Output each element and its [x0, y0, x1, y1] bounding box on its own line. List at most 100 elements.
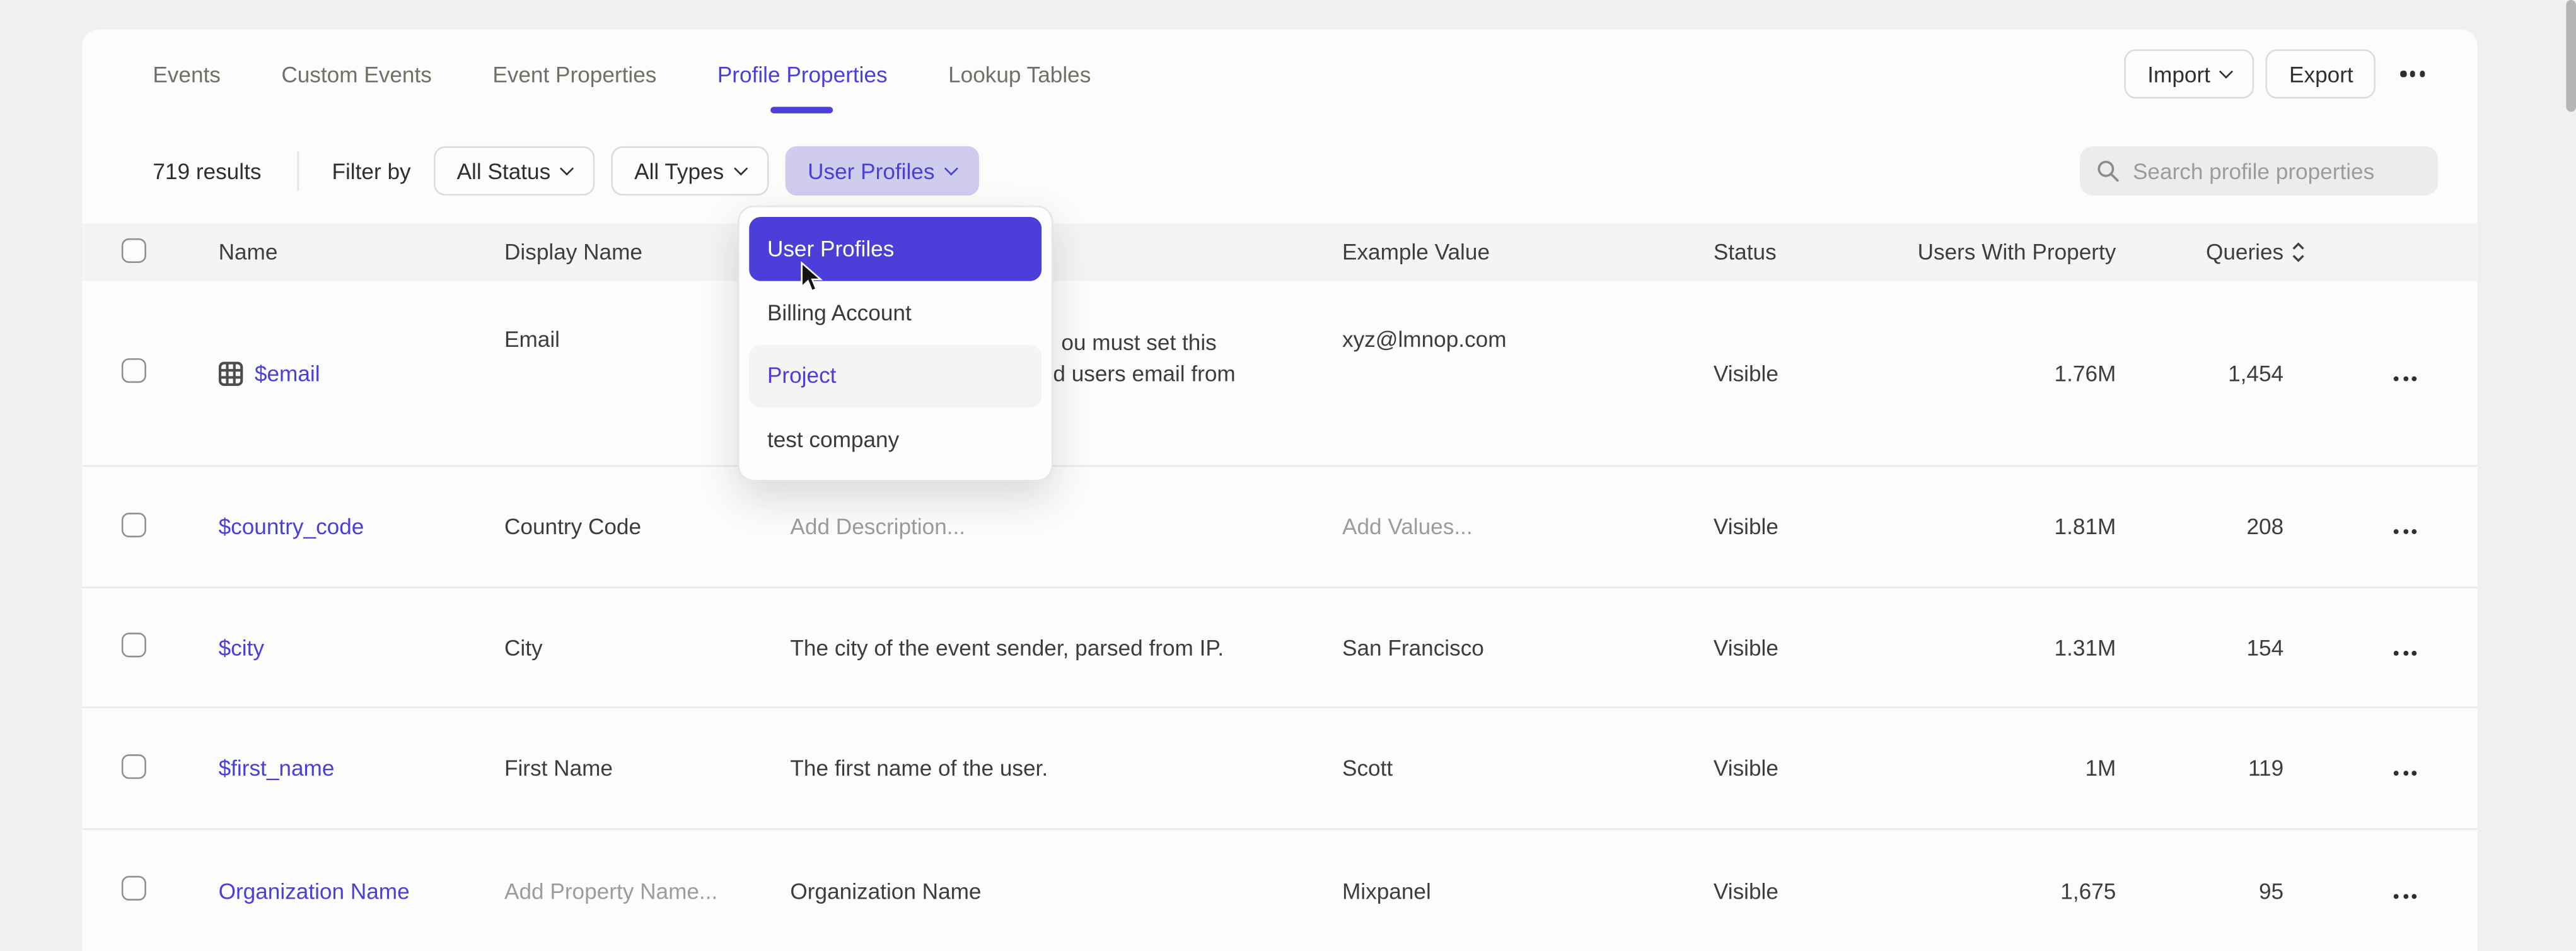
search-input[interactable] — [2133, 158, 2422, 183]
property-name-link[interactable]: $email — [255, 361, 320, 385]
row-checkbox[interactable] — [122, 754, 146, 778]
type-filter-button[interactable]: All Types — [612, 146, 769, 195]
status-filter-button[interactable]: All Status — [434, 146, 595, 195]
dropdown-item-billing-account[interactable]: Billing Account — [749, 281, 1041, 344]
dropdown-item-user-profiles[interactable]: User Profiles — [749, 217, 1041, 281]
column-header-example-value[interactable]: Example Value — [1342, 240, 1714, 264]
row-more-options-button[interactable] — [2394, 375, 2416, 380]
display-name-cell: City — [504, 635, 790, 660]
tabs-row: Events Custom Events Event Properties Pr… — [82, 30, 2477, 119]
tab-profile-properties[interactable]: Profile Properties — [717, 30, 888, 119]
dropdown-item-project[interactable]: Project — [749, 344, 1041, 407]
property-name-link[interactable]: Organization Name — [219, 878, 410, 903]
actions-cell — [2283, 361, 2477, 385]
checkbox-cell — [82, 358, 218, 388]
add-values-placeholder[interactable]: Add Values... — [1342, 515, 1473, 539]
tab-lookup-tables[interactable]: Lookup Tables — [948, 30, 1091, 119]
tab-events[interactable]: Events — [153, 30, 221, 119]
property-name-link[interactable]: $first_name — [219, 756, 335, 781]
name-cell: Organization Name — [219, 878, 504, 903]
row-checkbox[interactable] — [122, 358, 146, 383]
select-all-checkbox-cell — [82, 238, 218, 267]
type-filter-label: All Types — [634, 158, 724, 183]
table-grid-icon — [219, 361, 243, 385]
search-box[interactable] — [2080, 146, 2438, 195]
select-all-checkbox[interactable] — [122, 238, 146, 262]
more-options-button[interactable] — [2387, 49, 2438, 98]
column-header-users-with-property[interactable]: Users With Property — [1903, 240, 2116, 264]
table-header: Name Display Name Example Value Status U… — [82, 223, 2477, 281]
screen-scaler: Events Custom Events Event Properties Pr… — [0, 0, 2576, 951]
queries-cell: 95 — [2116, 878, 2283, 903]
profile-type-dropdown: User Profiles Billing Account Project te… — [738, 206, 1053, 482]
export-button-label: Export — [2289, 62, 2353, 86]
properties-panel: Events Custom Events Event Properties Pr… — [82, 30, 2477, 951]
table-row[interactable]: $city City The city of the event sender,… — [82, 588, 2477, 708]
row-more-options-button[interactable] — [2394, 893, 2416, 898]
users-with-property-cell: 1.31M — [1903, 635, 2116, 660]
tab-bar: Events Custom Events Event Properties Pr… — [82, 30, 1091, 119]
status-cell: Visible — [1714, 756, 1903, 781]
row-more-options-button[interactable] — [2394, 650, 2416, 655]
status-cell: Visible — [1714, 361, 1903, 385]
tab-custom-events[interactable]: Custom Events — [281, 30, 432, 119]
row-more-options-button[interactable] — [2394, 771, 2416, 776]
app-viewport: Events Custom Events Event Properties Pr… — [0, 0, 2576, 951]
divider — [298, 151, 299, 191]
export-button[interactable]: Export — [2266, 49, 2377, 98]
profile-type-filter-button[interactable]: User Profiles — [785, 146, 979, 195]
chevron-down-icon — [560, 161, 574, 175]
display-name-cell: Country Code — [504, 515, 790, 539]
queries-cell: 1,454 — [2116, 361, 2283, 385]
queries-cell: 119 — [2116, 756, 2283, 781]
filter-by-label: Filter by — [332, 158, 411, 183]
checkbox-cell — [82, 512, 218, 542]
chevron-down-icon — [733, 161, 747, 175]
users-with-property-cell: 1.81M — [1903, 515, 2116, 539]
add-description-placeholder[interactable]: Add Description... — [790, 515, 965, 539]
status-cell: Visible — [1714, 878, 1903, 903]
filter-bar: 719 results Filter by All Status All Typ… — [82, 119, 2477, 224]
table-row[interactable]: $first_name First Name The first name of… — [82, 708, 2477, 830]
status-cell: Visible — [1714, 635, 1903, 660]
display-name-cell: First Name — [504, 756, 790, 781]
import-button[interactable]: Import — [2125, 49, 2255, 98]
example-value-cell: xyz@lmnop.com — [1342, 281, 1714, 352]
name-cell: $email — [219, 361, 504, 385]
name-cell: $city — [219, 635, 504, 660]
scrollbar-thumb[interactable] — [2566, 0, 2576, 112]
description-cell: The first name of the user. — [790, 756, 1342, 781]
table-row[interactable]: $country_code Country Code Add Descripti… — [82, 467, 2477, 588]
column-header-name[interactable]: Name — [219, 240, 504, 264]
column-header-queries[interactable]: Queries — [2116, 240, 2283, 264]
example-value-cell: Add Values... — [1342, 515, 1714, 539]
row-more-options-button[interactable] — [2394, 529, 2416, 534]
checkbox-cell — [82, 633, 218, 662]
row-checkbox[interactable] — [122, 633, 146, 657]
users-with-property-cell: 1M — [1903, 756, 2116, 781]
users-with-property-cell: 1,675 — [1903, 878, 2116, 903]
column-header-status[interactable]: Status — [1714, 240, 1903, 264]
display-name-cell: Add Property Name... — [504, 878, 790, 903]
actions-cell — [2283, 756, 2477, 781]
example-value-cell: Scott — [1342, 756, 1714, 781]
import-button-label: Import — [2147, 62, 2210, 86]
property-name-link[interactable]: $country_code — [219, 515, 364, 539]
row-checkbox[interactable] — [122, 876, 146, 901]
example-value-cell: San Francisco — [1342, 635, 1714, 660]
description-fragment: ou must set this — [1061, 327, 1342, 359]
toolbar: Import Export — [2125, 30, 2438, 119]
add-property-name-placeholder[interactable]: Add Property Name... — [504, 878, 717, 903]
example-value-cell: Mixpanel — [1342, 878, 1714, 903]
description-cell: Organization Name — [790, 878, 1342, 903]
users-with-property-cell: 1.76M — [1903, 361, 2116, 385]
table-row[interactable]: $email Email ou must set this d users em… — [82, 281, 2477, 467]
actions-cell — [2283, 878, 2477, 903]
row-checkbox[interactable] — [122, 512, 146, 537]
tab-event-properties[interactable]: Event Properties — [492, 30, 656, 119]
sort-icon[interactable] — [2290, 240, 2307, 264]
table-row[interactable]: Organization Name Add Property Name... O… — [82, 830, 2477, 951]
name-cell: $first_name — [219, 756, 504, 781]
property-name-link[interactable]: $city — [219, 635, 264, 660]
dropdown-item-test-company[interactable]: test company — [749, 407, 1041, 470]
